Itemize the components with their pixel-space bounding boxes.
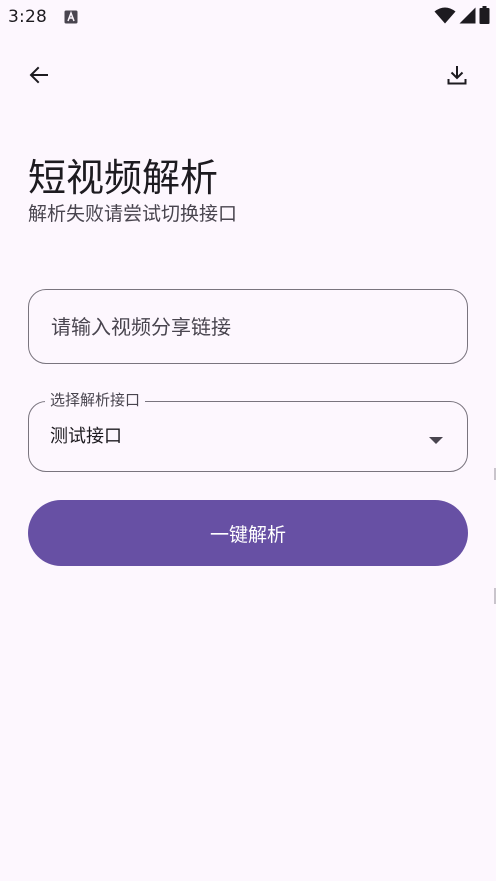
api-select-label: 选择解析接口 xyxy=(45,390,146,410)
wifi-icon xyxy=(434,7,456,28)
download-icon xyxy=(445,63,469,91)
dropdown-arrow-icon xyxy=(429,431,443,444)
status-icons xyxy=(434,6,490,28)
parse-button[interactable]: 一键解析 xyxy=(28,500,468,566)
download-button[interactable] xyxy=(435,55,479,99)
a-letter-icon xyxy=(64,9,78,24)
cellular-signal-icon xyxy=(459,7,476,28)
api-select[interactable]: 选择解析接口 测试接口 xyxy=(28,390,468,472)
page-subtitle: 解析失败请尝试切换接口 xyxy=(28,203,238,225)
api-select-value: 测试接口 xyxy=(50,426,122,447)
arrow-back-icon xyxy=(27,63,51,91)
status-time: 3:28 xyxy=(8,7,47,27)
link-input-container xyxy=(28,289,468,364)
status-bar: 3:28 xyxy=(0,0,496,36)
video-link-input[interactable] xyxy=(29,290,467,363)
battery-icon xyxy=(479,6,490,28)
back-button[interactable] xyxy=(17,55,61,99)
top-app-bar xyxy=(0,52,496,104)
page-title: 短视频解析 xyxy=(28,156,219,200)
